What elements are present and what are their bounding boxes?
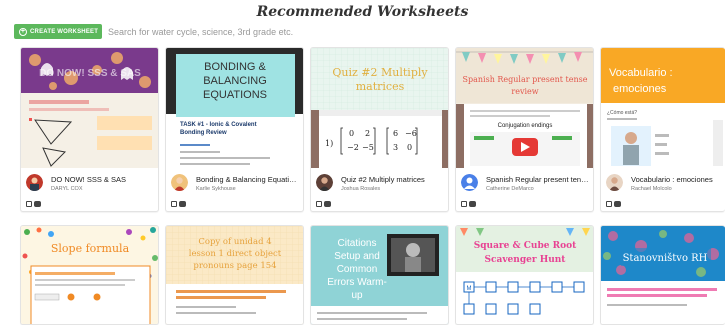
svg-text:Common: Common [337, 264, 378, 275]
worksheet-card[interactable]: Spanish Regular present tense review Con… [455, 47, 594, 212]
worksheet-thumbnail[interactable]: Citations Setup and Common Errors Warm- … [311, 226, 448, 324]
worksheet-thumbnail[interactable]: BONDING & BALANCING EQUATIONS TASK #1 - … [166, 48, 303, 168]
author-avatar [316, 174, 333, 191]
worksheet-thumbnail[interactable]: Spanish Regular present tense review Con… [456, 48, 593, 168]
svg-text:Spanish Regular present tense: Spanish Regular present tense [463, 75, 588, 84]
svg-text:3: 3 [393, 143, 398, 152]
worksheet-thumbnail[interactable]: Square & Cube Root Scavenger Hunt M Squa… [456, 226, 593, 324]
worksheet-thumbnail[interactable]: Stanovništvo RH Stanovništvo RH [601, 226, 725, 324]
svg-text:TASK #1 - Ionic & Covalent: TASK #1 - Ionic & Covalent [180, 122, 257, 128]
worksheet-thumbnail[interactable]: Copy of unidad 4 lesson 1 direct object … [166, 226, 303, 324]
svg-text:review: review [511, 87, 538, 96]
svg-text:Quiz #2 Multiply: Quiz #2 Multiply [332, 66, 428, 79]
author-avatar [461, 174, 478, 191]
worksheet-card[interactable]: Vocabulario : emociones ¿Cómo está? Voca… [600, 47, 725, 212]
svg-text:Setup and: Setup and [334, 251, 380, 262]
worksheet-thumbnail[interactable]: Vocabulario : emociones ¿Cómo está? Voca… [601, 48, 725, 168]
svg-text:EQUATIONS: EQUATIONS [203, 89, 267, 101]
worksheet-title[interactable]: DO NOW! SSS & SAS [51, 175, 154, 184]
worksheet-icon [171, 201, 177, 207]
thumbnail-title: DO NOW! SSS & SAS [39, 68, 141, 79]
svg-text:−5: −5 [362, 143, 374, 152]
worksheet-thumbnail[interactable]: Quiz #2 Multiply matrices 1) 0 2 −2 −5 6 −6… [311, 48, 448, 168]
svg-text:−6: −6 [405, 129, 417, 138]
worksheet-card[interactable]: Copy of unidad 4 lesson 1 direct object … [165, 225, 304, 325]
author-avatar [606, 174, 623, 191]
svg-text:Vocabulario :: Vocabulario : [609, 67, 673, 79]
worksheet-icon [316, 201, 322, 207]
chat-icon [179, 201, 186, 207]
worksheet-icon [606, 201, 612, 207]
create-worksheet-label: CREATE WORKSHEET [30, 28, 99, 35]
svg-text:M: M [467, 286, 472, 292]
worksheet-icon [26, 201, 32, 207]
svg-text:¿Cómo está?: ¿Cómo está? [607, 110, 637, 116]
chat-icon [614, 201, 621, 207]
worksheet-author: Catherine DeMarco [486, 186, 534, 192]
svg-text:Square & Cube Root: Square & Cube Root [474, 241, 577, 251]
svg-text:Errors Warm-: Errors Warm- [327, 277, 387, 288]
svg-text:emociones: emociones [613, 83, 667, 95]
worksheet-title[interactable]: Spanish Regular present tense ... [486, 175, 589, 184]
chat-icon [34, 201, 41, 207]
svg-text:Scavenger Hunt: Scavenger Hunt [485, 255, 567, 265]
svg-text:BALANCING: BALANCING [203, 75, 267, 87]
svg-text:Slope formula: Slope formula [51, 242, 130, 255]
svg-text:BONDING &: BONDING & [204, 61, 266, 73]
search-input[interactable] [108, 24, 408, 39]
svg-text:0: 0 [407, 143, 412, 152]
worksheet-thumbnail[interactable]: DO NOW! SSS & SAS [21, 48, 158, 168]
worksheet-author: DARYL COX [51, 186, 83, 192]
worksheet-card[interactable]: Citations Setup and Common Errors Warm- … [310, 225, 449, 325]
worksheet-card[interactable]: DO NOW! SSS & SAS DO NOW! SSS & SAS DARY… [20, 47, 159, 212]
worksheet-author: Karlie Sykhouse [196, 186, 236, 192]
svg-text:Conjugation endings: Conjugation endings [498, 123, 553, 129]
plus-icon: + [19, 27, 27, 36]
worksheet-title[interactable]: Quiz #2 Multiply matrices [341, 175, 444, 184]
svg-text:1): 1) [325, 139, 333, 148]
svg-text:Stanovništvo RH: Stanovništvo RH [623, 253, 708, 264]
author-avatar [26, 174, 43, 191]
page-title: Recommended Worksheets [256, 4, 469, 20]
worksheet-title[interactable]: Bonding & Balancing Equations [196, 175, 299, 184]
worksheet-author: Rachael Molcolo [631, 186, 672, 192]
svg-text:Citations: Citations [338, 238, 377, 249]
worksheet-icon [461, 201, 467, 207]
worksheet-card[interactable]: BONDING & BALANCING EQUATIONS TASK #1 - … [165, 47, 304, 212]
svg-text:2: 2 [365, 129, 370, 138]
svg-text:0: 0 [349, 129, 354, 138]
create-worksheet-button[interactable]: + CREATE WORKSHEET [14, 24, 102, 39]
svg-text:6: 6 [393, 129, 398, 138]
worksheet-card[interactable]: Stanovništvo RH Stanovništvo RH [600, 225, 725, 325]
worksheet-card[interactable]: Quiz #2 Multiply matrices 1) 0 2 −2 −5 6 −6… [310, 47, 449, 212]
worksheet-card[interactable]: Square & Cube Root Scavenger Hunt M Squa… [455, 225, 594, 325]
svg-text:Copy of unidad 4: Copy of unidad 4 [198, 237, 271, 247]
svg-text:matrices: matrices [356, 80, 405, 93]
svg-text:lesson 1 direct object: lesson 1 direct object [189, 249, 282, 259]
worksheet-title[interactable]: Vocabulario : emociones [631, 175, 721, 184]
svg-text:Bonding Review: Bonding Review [180, 130, 227, 136]
author-avatar [171, 174, 188, 191]
worksheet-author: Joshua Rosales [341, 186, 381, 192]
svg-text:pronouns page 154: pronouns page 154 [193, 261, 276, 271]
worksheet-thumbnail[interactable]: Slope formula Slope formula [21, 226, 158, 324]
chat-icon [469, 201, 476, 207]
svg-text:−2: −2 [347, 143, 359, 152]
svg-text:up: up [351, 290, 363, 301]
worksheet-card[interactable]: Slope formula Slope formula [20, 225, 159, 325]
chat-icon [324, 201, 331, 207]
